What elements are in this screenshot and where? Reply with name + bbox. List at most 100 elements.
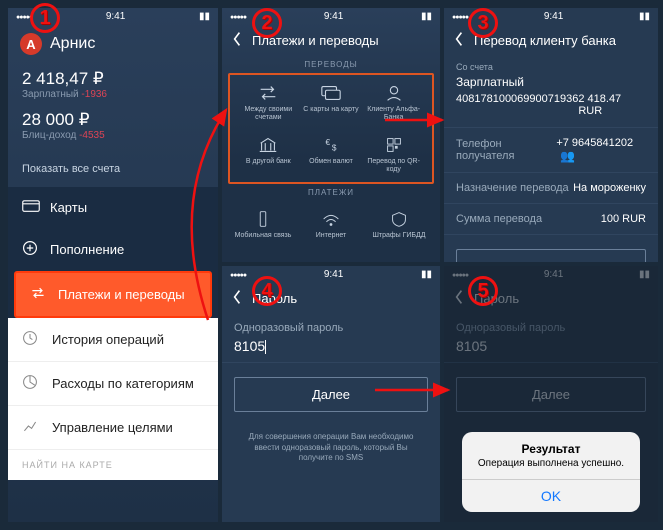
tile-label: С карты на карту: [303, 106, 360, 114]
battery-icon: ▮▮: [639, 269, 650, 280]
battery-icon: ▮▮: [199, 11, 210, 22]
plus-icon: [22, 240, 40, 259]
screen-main: 9:41 ▮▮ A Арнис 2 418,47 ₽ Зарплатный -1…: [8, 8, 218, 522]
cards-icon: [303, 83, 360, 103]
section-transfers-label: ПЕРЕВОДЫ: [222, 56, 440, 73]
back-icon: [454, 289, 468, 308]
account-row[interactable]: 28 000 ₽ Блиц-доход -4535: [22, 110, 204, 141]
step-badge-3: 3: [468, 8, 498, 38]
tile-other-bank[interactable]: В другой банк: [238, 129, 299, 179]
step-badge-4: 4: [252, 276, 282, 306]
amount-value: 100 RUR: [601, 213, 646, 225]
chart-icon: [22, 418, 40, 437]
tile-fines[interactable]: Штрафы ГИБДД: [366, 203, 432, 246]
menu-topup[interactable]: Пополнение: [8, 228, 218, 271]
phone-icon: [232, 209, 294, 229]
tile-label: Клиенту Альфа-Банка: [365, 106, 422, 121]
menu-expenses[interactable]: Расходы по категориям: [8, 362, 218, 406]
svg-text:€: €: [325, 138, 330, 147]
battery-icon: ▮▮: [421, 269, 432, 280]
battery-icon: ▮▮: [421, 11, 432, 22]
purpose-value: На мороженку: [573, 182, 646, 194]
signal-icon: [230, 269, 246, 280]
transfer-icon: [30, 285, 48, 304]
qr-icon: [365, 135, 422, 155]
tile-card-to-card[interactable]: С карты на карту: [301, 77, 362, 127]
recipient-phone-row[interactable]: Телефон получателя +7 9645841202👥: [444, 128, 658, 173]
phone-value: +7 9645841202: [556, 137, 633, 149]
tile-currency-exchange[interactable]: €$Обмен валют: [301, 129, 362, 179]
purpose-label: Назначение перевода: [456, 182, 569, 194]
person-icon: [365, 83, 422, 103]
tile-label: В другой банк: [240, 158, 297, 166]
next-button[interactable]: Далее: [234, 377, 428, 412]
menu-cards[interactable]: Карты: [8, 187, 218, 228]
balance-delta: -1936: [81, 89, 107, 100]
next-button: Далее: [456, 377, 646, 412]
otp-input: 8105: [444, 336, 658, 363]
balance-label: Блиц-доход: [22, 130, 76, 141]
signal-icon: [230, 11, 246, 22]
account-balance: 2 418.47 RUR: [578, 93, 646, 117]
amount-row[interactable]: Сумма перевода 100 RUR: [444, 204, 658, 235]
clock-icon: [22, 330, 40, 349]
from-account[interactable]: Со счета Зарплатный 40817810006990071936…: [444, 56, 658, 128]
svg-text:$: $: [332, 144, 337, 153]
back-icon[interactable]: [232, 31, 246, 50]
balance-amount: 2 418,47 ₽: [22, 69, 204, 89]
otp-value: 8105: [456, 338, 487, 354]
amount-label: Сумма перевода: [456, 213, 542, 225]
wifi-icon: [300, 209, 362, 229]
payments-grid: Мобильная связь Интернет Штрафы ГИБДД: [222, 201, 440, 248]
balance-delta: -4535: [79, 130, 105, 141]
back-icon[interactable]: [454, 31, 468, 50]
screen-payments: 9:41 ▮▮ Платежи и переводы ПЕРЕВОДЫ Межд…: [222, 8, 440, 262]
section-payments-label: ПЛАТЕЖИ: [222, 184, 440, 201]
result-alert: Результат Операция выполнена успешно. OK: [462, 432, 640, 512]
account-number: 40817810006990071936: [456, 93, 578, 117]
bank-icon: [240, 135, 297, 155]
phone-label: Телефон получателя: [456, 138, 556, 162]
otp-input[interactable]: 8105: [222, 336, 440, 363]
tile-label: Перевод по QR-коду: [365, 158, 422, 173]
tile-between-own[interactable]: Между своими счетами: [238, 77, 299, 127]
profile-name: Арнис: [50, 35, 95, 53]
battery-icon: ▮▮: [639, 11, 650, 22]
card-icon: [22, 199, 40, 216]
balance-amount: 28 000 ₽: [22, 110, 204, 130]
tile-mobile[interactable]: Мобильная связь: [230, 203, 296, 246]
alert-ok-button[interactable]: OK: [462, 479, 640, 512]
show-all-accounts-link[interactable]: Показать все счета: [8, 157, 218, 187]
otp-label: Одноразовый пароль: [444, 314, 658, 336]
tile-alfa-client[interactable]: Клиенту Альфа-Банка: [363, 77, 424, 127]
from-label: Со счета: [456, 62, 646, 72]
menu-label: Расходы по категориям: [52, 376, 194, 391]
tile-label: Штрафы ГИБДД: [368, 232, 430, 240]
account-name: Зарплатный: [456, 75, 646, 89]
menu-goals[interactable]: Управление целями: [8, 406, 218, 450]
otp-label: Одноразовый пароль: [222, 314, 440, 336]
next-button[interactable]: Далее: [456, 249, 646, 262]
menu-label: Платежи и переводы: [58, 287, 185, 302]
menu-label: Карты: [50, 200, 87, 215]
tile-internet[interactable]: Интернет: [298, 203, 364, 246]
account-row[interactable]: 2 418,47 ₽ Зарплатный -1936: [22, 69, 204, 100]
shield-icon: [368, 209, 430, 229]
menu-label: История операций: [52, 332, 164, 347]
purpose-row[interactable]: Назначение перевода На мороженку: [444, 173, 658, 204]
back-icon[interactable]: [232, 289, 246, 308]
menu-label: Управление целями: [52, 420, 173, 435]
menu-label: Пополнение: [50, 242, 124, 257]
pie-icon: [22, 374, 40, 393]
menu-history[interactable]: История операций: [8, 318, 218, 362]
tile-label: Интернет: [300, 232, 362, 240]
step-badge-2: 2: [252, 8, 282, 38]
menu-payments-transfers[interactable]: Платежи и переводы: [14, 271, 212, 318]
tile-label: Мобильная связь: [232, 232, 294, 240]
find-on-map-link[interactable]: НАЙТИ НА КАРТЕ: [8, 450, 218, 480]
contacts-icon[interactable]: 👥: [560, 149, 575, 163]
tile-qr-transfer[interactable]: Перевод по QR-коду: [363, 129, 424, 179]
status-time: 9:41: [544, 11, 563, 22]
step-badge-1: 1: [30, 3, 60, 33]
status-time: 9:41: [106, 11, 125, 22]
